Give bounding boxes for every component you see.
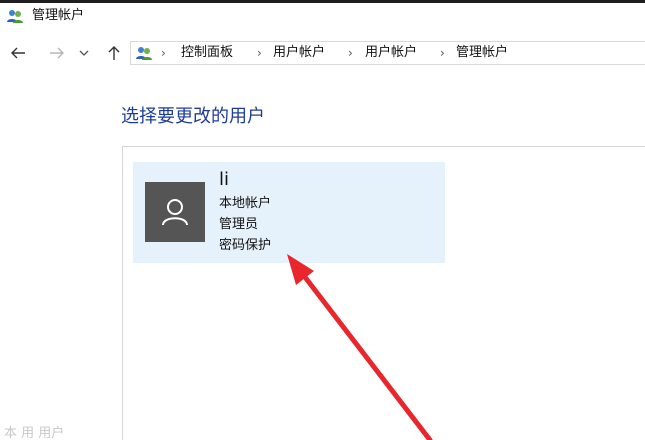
- breadcrumb-separator: ›: [348, 46, 353, 60]
- user-accounts-icon: [136, 47, 152, 60]
- forward-arrow-icon: [50, 47, 64, 59]
- breadcrumb-user-accounts-2[interactable]: 用户帐户: [365, 44, 417, 62]
- faint-background-text: 本 用 用户: [4, 426, 65, 440]
- window-title: 管理帐户: [32, 8, 85, 23]
- back-button[interactable]: [8, 42, 28, 64]
- breadcrumb-control-panel[interactable]: 控制面板: [181, 44, 233, 62]
- address-bar[interactable]: › 控制面板 › 用户帐户 › 用户帐户 › 管理帐户: [130, 41, 645, 65]
- account-role: 管理员: [219, 217, 259, 232]
- title-bar: 管理帐户: [0, 3, 645, 29]
- account-type: 本地帐户: [219, 196, 272, 211]
- breadcrumb-separator: ›: [257, 46, 262, 60]
- recent-locations-button[interactable]: [77, 42, 91, 64]
- user-account-tile[interactable]: li 本地帐户 管理员 密码保护: [133, 162, 445, 263]
- user-name: li: [219, 169, 230, 190]
- user-accounts-icon: [7, 10, 23, 23]
- breadcrumb-separator: ›: [440, 46, 445, 60]
- breadcrumb-manage-accounts[interactable]: 管理帐户: [456, 44, 508, 62]
- control-panel-window: 管理帐户 › 控制面板 › 用户帐户 › 用户帐户 › 管理帐户 选择要更改的用…: [0, 0, 645, 440]
- avatar: [145, 182, 205, 242]
- breadcrumb-user-accounts[interactable]: 用户帐户: [273, 44, 325, 62]
- chevron-down-icon: [79, 50, 89, 56]
- password-protection: 密码保护: [219, 238, 272, 253]
- forward-button[interactable]: [47, 42, 67, 64]
- up-arrow-icon: [108, 46, 120, 60]
- page-heading: 选择要更改的用户: [121, 106, 265, 127]
- back-arrow-icon: [11, 47, 25, 59]
- breadcrumb-separator: ›: [161, 46, 166, 60]
- user-silhouette-icon: [162, 199, 188, 226]
- up-button[interactable]: [104, 42, 124, 64]
